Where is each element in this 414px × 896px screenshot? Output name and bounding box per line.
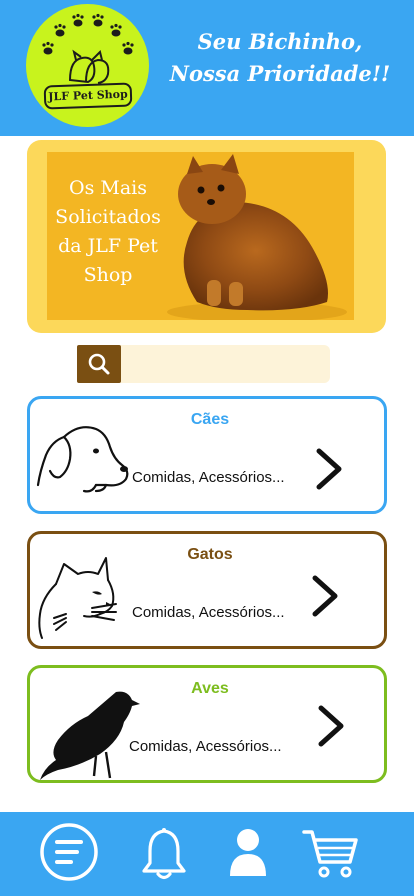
category-subtitle: Comidas, Acessórios... xyxy=(129,738,282,755)
category-subtitle: Comidas, Acessórios... xyxy=(132,604,285,621)
slogan: Seu Bichinho, Nossa Prioridade!! xyxy=(150,26,410,90)
category-title: Cães xyxy=(190,411,230,428)
bottom-nav xyxy=(0,812,414,896)
app-header: JLF Pet Shop Seu Bichinho, Nossa Priorid… xyxy=(0,0,414,136)
chevron-right-icon[interactable] xyxy=(316,704,346,748)
cart-icon[interactable] xyxy=(302,828,358,880)
search-input[interactable] xyxy=(125,349,323,379)
banner-title: Os Mais Solicitados da JLF Pet Shop xyxy=(55,177,161,286)
bird-icon xyxy=(40,691,140,780)
search-button[interactable] xyxy=(77,345,121,383)
slogan-line-2: Nossa Prioridade!! xyxy=(169,61,391,86)
profile-icon[interactable] xyxy=(228,828,268,878)
category-card-dogs[interactable]: Cães Comidas, Acessórios... xyxy=(27,396,387,514)
shop-logo[interactable]: JLF Pet Shop xyxy=(26,4,149,127)
category-title: Aves xyxy=(191,680,229,697)
cat-icon xyxy=(38,557,117,639)
pomeranian-photo: Os Mais Solicitados da JLF Pet Shop xyxy=(47,152,354,320)
paw-prints-icon xyxy=(42,13,134,84)
bell-icon[interactable] xyxy=(140,827,188,881)
category-card-cats[interactable]: Gatos Comidas, Acessórios... xyxy=(27,531,387,649)
category-card-birds[interactable]: Aves Comidas, Acessórios... xyxy=(27,665,387,783)
category-subtitle: Comidas, Acessórios... xyxy=(132,469,285,486)
dog-icon xyxy=(36,426,129,493)
category-title: Gatos xyxy=(187,546,233,563)
search-bar xyxy=(77,345,330,383)
chevron-right-icon[interactable] xyxy=(314,447,344,491)
chevron-right-icon[interactable] xyxy=(310,574,340,618)
menu-icon[interactable] xyxy=(39,822,99,882)
slogan-line-1: Seu Bichinho, xyxy=(197,29,363,54)
logo-label: JLF Pet Shop xyxy=(43,82,133,110)
search-icon xyxy=(88,353,110,375)
featured-banner[interactable]: Os Mais Solicitados da JLF Pet Shop xyxy=(27,140,386,333)
